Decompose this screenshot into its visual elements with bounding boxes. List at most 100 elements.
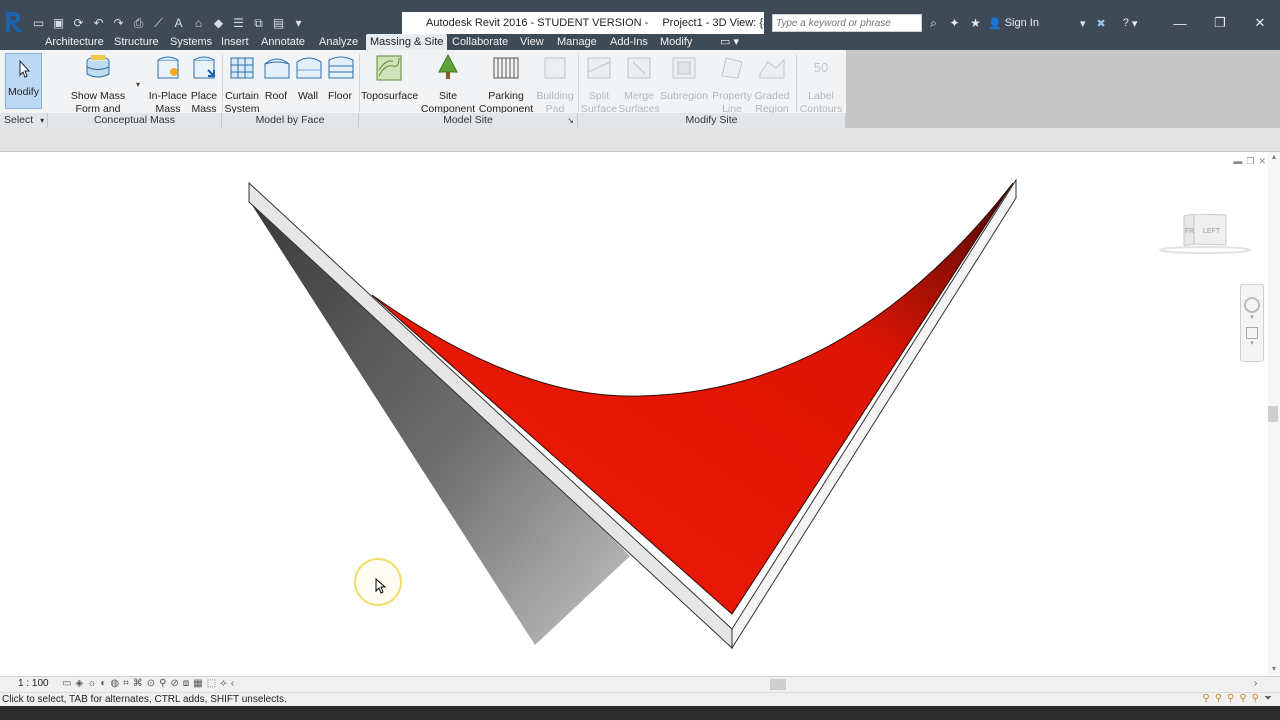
chevron-down-icon[interactable]: ▾ — [1241, 313, 1263, 321]
restore-button[interactable]: ❐ — [1200, 12, 1240, 34]
ribbon-minimize-icon[interactable]: ▭ ▾ — [720, 34, 739, 50]
binoculars-icon[interactable]: ⌕ — [925, 15, 942, 32]
site-component-button[interactable]: Site Component — [420, 50, 476, 115]
viewcube-face-left[interactable]: LEFT — [1203, 228, 1221, 235]
tab-view[interactable]: View — [520, 34, 544, 50]
roof-by-face-button[interactable]: Roof — [261, 50, 291, 112]
tab-add-ins[interactable]: Add-Ins — [610, 34, 648, 50]
open-icon[interactable]: ▭ — [30, 15, 47, 32]
3d-view-canvas[interactable] — [0, 152, 1268, 676]
building-pad-button[interactable]: Building Pad — [535, 50, 575, 115]
curtain-system-button[interactable]: Curtain System — [224, 50, 260, 115]
select-underlay-icon[interactable]: ⚲ — [1215, 693, 1222, 704]
analytical-model-icon[interactable]: ⧈ — [183, 678, 189, 689]
visual-style-icon[interactable]: ◈ — [75, 678, 83, 689]
subscription-icon[interactable]: ✦ — [946, 15, 963, 32]
shadows-icon[interactable]: ◐ — [100, 678, 106, 689]
select-pinned-icon[interactable]: ⚲ — [1227, 693, 1234, 704]
help-icon[interactable]: ? — [1123, 17, 1129, 29]
sign-in-button[interactable]: 👤 Sign In ▾ ✖ ? ▾ — [988, 14, 1137, 32]
toposurface-button[interactable]: Toposurface — [361, 50, 418, 112]
thin-lines-icon[interactable]: ☰ — [230, 15, 247, 32]
exchange-apps-icon[interactable]: ✖ — [1096, 17, 1105, 30]
sun-path-icon[interactable]: ☼ — [87, 678, 96, 689]
reveal-hidden-icon[interactable]: ⊘ — [170, 678, 178, 689]
viewcube-face-front[interactable]: FR — [1185, 228, 1194, 235]
in-place-mass-button[interactable]: In-Place Mass — [148, 50, 188, 115]
temporary-view-properties-icon[interactable]: ⬚ — [207, 678, 216, 689]
tab-systems[interactable]: Systems — [170, 34, 212, 50]
section-icon[interactable]: ◆ — [210, 15, 227, 32]
unlock-3d-view-icon[interactable]: ⊙ — [147, 678, 155, 689]
redo-icon[interactable]: ↷ — [110, 15, 127, 32]
view-scale[interactable]: 1 : 100 — [18, 678, 49, 689]
merge-surfaces-button[interactable]: Merge Surfaces — [618, 50, 660, 115]
tab-collaborate[interactable]: Collaborate — [452, 34, 508, 50]
temporary-hide-icon[interactable]: ⚲ — [159, 678, 166, 689]
place-mass-button[interactable]: Place Mass — [188, 50, 220, 115]
default-3d-view-icon[interactable]: ⌂ — [190, 15, 207, 32]
tab-annotate[interactable]: Annotate — [261, 34, 305, 50]
detail-level-icon[interactable]: ▭ — [62, 678, 71, 689]
wall-by-face-button[interactable]: Wall — [293, 50, 323, 112]
chevron-down-icon[interactable]: ▾ — [1241, 339, 1263, 347]
tab-structure[interactable]: Structure — [114, 34, 159, 50]
undo-icon[interactable]: ↶ — [90, 15, 107, 32]
measure-icon[interactable]: ⟋ — [150, 15, 167, 32]
switch-windows-icon[interactable]: ▤ — [270, 15, 287, 32]
show-crop-region-icon[interactable]: ⌘ — [133, 678, 143, 689]
select-panel-dropdown[interactable]: Select ▾ — [0, 113, 48, 128]
favorites-star-icon[interactable]: ★ — [967, 15, 984, 32]
tab-architecture[interactable]: Architecture — [45, 34, 104, 50]
tab-insert[interactable]: Insert — [221, 34, 249, 50]
horizontal-scroll-thumb[interactable] — [770, 679, 786, 690]
tab-modify[interactable]: Modify — [660, 34, 692, 50]
highlight-displacement-icon[interactable]: ▦ — [193, 678, 202, 689]
split-surface-button[interactable]: Split Surface — [580, 50, 618, 115]
drag-on-selection-icon[interactable]: ⚲ — [1252, 693, 1259, 704]
scroll-left-arrow-icon[interactable]: ‹ — [231, 678, 234, 689]
vertical-scroll-thumb[interactable] — [1268, 406, 1278, 422]
viewcube[interactable]: FR LEFT — [1182, 214, 1228, 248]
zoom-icon[interactable] — [1246, 327, 1258, 339]
restore-view-icon[interactable]: ❐ — [1246, 156, 1254, 167]
parking-component-button[interactable]: Parking Component — [477, 50, 535, 115]
hyperbolic-paraboloid-mass[interactable] — [0, 152, 1268, 676]
modify-button[interactable]: Modify — [5, 53, 42, 109]
subregion-button[interactable]: Subregion — [660, 50, 708, 112]
label-contours-button[interactable]: 50 Label Contours — [798, 50, 844, 115]
crop-view-icon[interactable]: ⌗ — [123, 678, 129, 689]
tab-massing-and-site[interactable]: Massing & Site — [366, 34, 448, 50]
help-search-input[interactable] — [773, 15, 921, 31]
property-line-button[interactable]: Property Line — [710, 50, 754, 115]
tab-analyze[interactable]: Analyze — [319, 34, 358, 50]
minimize-button[interactable]: — — [1160, 12, 1200, 34]
filter-icon[interactable]: ⏷ — [1264, 693, 1272, 704]
show-mass-dropdown-icon[interactable]: ▾ — [136, 80, 140, 89]
customize-qat-icon[interactable]: ▾ — [290, 15, 307, 32]
sync-icon[interactable]: ⟳ — [70, 15, 87, 32]
show-mass-button[interactable]: Show Mass Form and Floors — [60, 50, 136, 128]
close-button[interactable]: ✕ — [1240, 12, 1280, 34]
dialog-launcher-icon[interactable]: ↘ — [567, 113, 574, 128]
scroll-right-arrow-icon[interactable]: › — [1254, 678, 1257, 689]
close-view-icon[interactable]: ✕ — [1258, 156, 1266, 167]
scroll-down-arrow-icon[interactable]: ▾ — [1268, 664, 1280, 676]
view-control-bar: 1 : 100 ▭ ◈ ☼ ◐ ◍ ⌗ ⌘ ⊙ ⚲ ⊘ ⧈ ▦ ⬚ ⟡ ‹ › — [0, 676, 1280, 692]
scroll-up-arrow-icon[interactable]: ▴ — [1268, 152, 1280, 164]
graded-region-button[interactable]: Graded Region — [752, 50, 792, 115]
text-icon[interactable]: A — [170, 15, 187, 32]
viewcube-compass-ring[interactable] — [1158, 246, 1252, 254]
reveal-constraints-icon[interactable]: ⟡ — [220, 678, 227, 689]
save-icon[interactable]: ▣ — [50, 15, 67, 32]
select-links-icon[interactable]: ⚲ — [1202, 693, 1209, 704]
floor-by-face-button[interactable]: Floor — [325, 50, 355, 112]
print-icon[interactable]: ⎙ — [130, 15, 147, 32]
close-hidden-windows-icon[interactable]: ⧉ — [250, 15, 267, 32]
steering-wheel-icon[interactable] — [1244, 297, 1260, 313]
render-icon[interactable]: ◍ — [110, 678, 119, 689]
tab-manage[interactable]: Manage — [557, 34, 597, 50]
minimize-view-icon[interactable]: ▬ — [1233, 156, 1242, 167]
revit-logo-icon[interactable] — [0, 8, 26, 34]
select-by-face-icon[interactable]: ⚲ — [1239, 693, 1246, 704]
